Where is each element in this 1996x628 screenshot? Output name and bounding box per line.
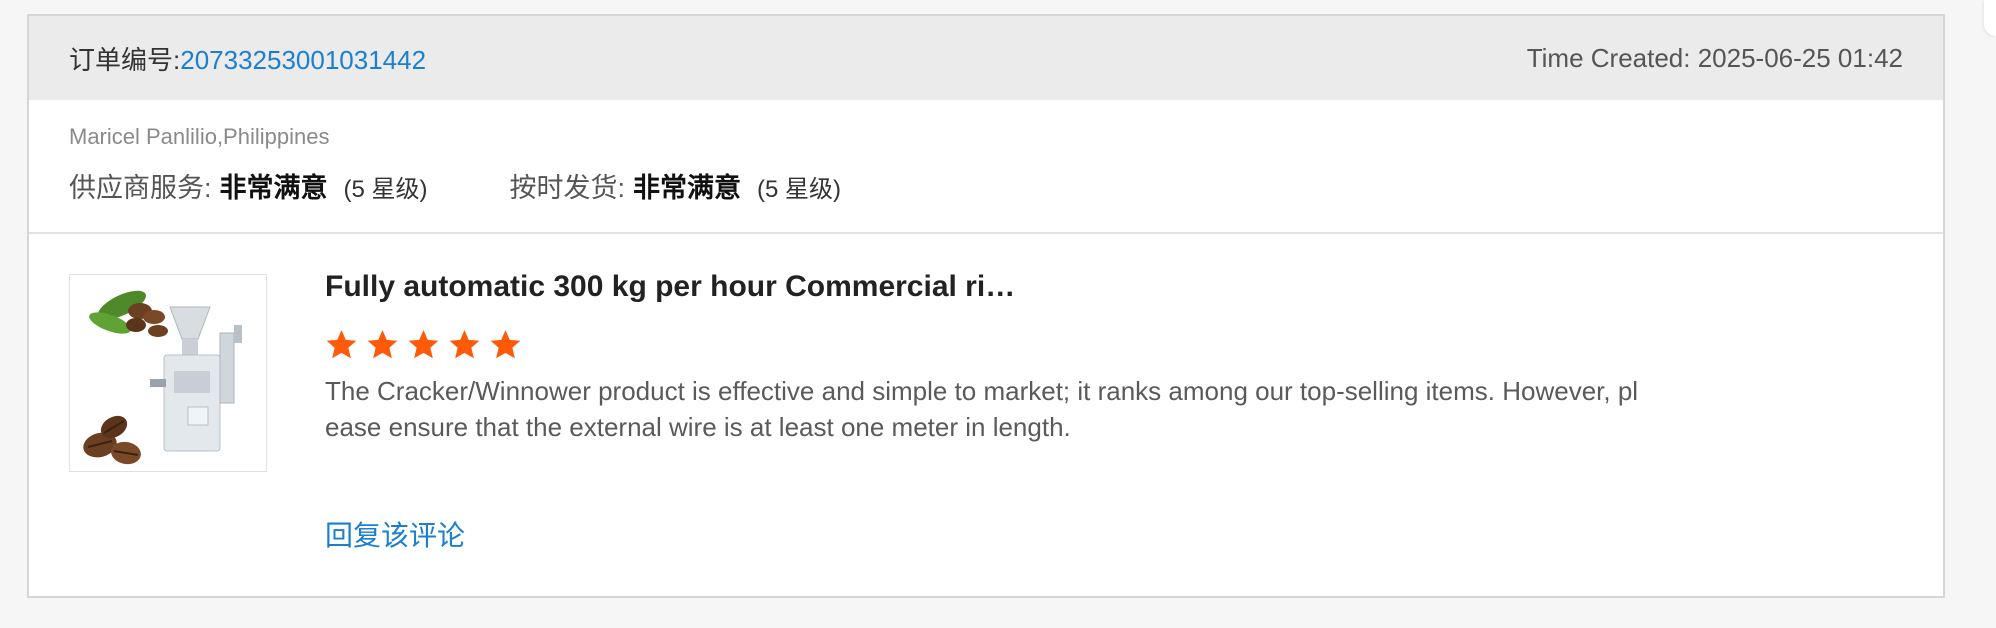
order-number-group: 订单编号:20733253001031442 <box>69 40 426 77</box>
ratings-line: 供应商服务: 非常满意 (5 星级) 按时发货: 非常满意 (5 星级) <box>69 166 1903 205</box>
buyer-ratings-section: Maricel Panlilio,Philippines 供应商服务: 非常满意… <box>29 100 1943 234</box>
order-number-label: 订单编号: <box>69 44 181 75</box>
rating-stars-text: (5 星级) <box>343 176 428 203</box>
rating-label: 供应商服务: <box>69 173 212 203</box>
rating-stars <box>325 328 1665 361</box>
product-image[interactable] <box>69 274 267 472</box>
scroll-edge <box>1984 0 1996 36</box>
review-body: Fully automatic 300 kg per hour Commerci… <box>325 270 1665 445</box>
rating-value: 非常满意 <box>633 173 742 203</box>
rating-label: 按时发货: <box>509 173 626 203</box>
star-icon <box>367 330 398 359</box>
time-created: Time Created: 2025-06-25 01:42 <box>1526 42 1903 73</box>
product-review: Fully automatic 300 kg per hour Commerci… <box>29 234 1943 596</box>
star-icon <box>326 330 357 359</box>
order-header: 订单编号:20733253001031442 Time Created: 202… <box>29 16 1943 100</box>
rating-supplier-service: 供应商服务: 非常满意 (5 星级) <box>69 166 428 205</box>
order-review-card: 订单编号:20733253001031442 Time Created: 202… <box>27 14 1945 598</box>
rating-on-time-delivery: 按时发货: 非常满意 (5 星级) <box>510 166 842 205</box>
star-icon <box>449 330 480 359</box>
rating-value: 非常满意 <box>219 173 328 203</box>
star-icon <box>490 330 521 359</box>
buyer-name-country: Maricel Panlilio,Philippines <box>69 124 330 149</box>
reply-review-link[interactable]: 回复该评论 <box>325 514 465 554</box>
star-icon <box>408 330 439 359</box>
review-comment: The Cracker/Winnower product is effectiv… <box>325 376 1639 442</box>
rice-huller-machine-icon <box>83 290 242 465</box>
product-title[interactable]: Fully automatic 300 kg per hour Commerci… <box>325 270 1665 304</box>
order-number-link[interactable]: 20733253001031442 <box>180 45 426 75</box>
rating-stars-text: (5 星级) <box>757 176 842 203</box>
